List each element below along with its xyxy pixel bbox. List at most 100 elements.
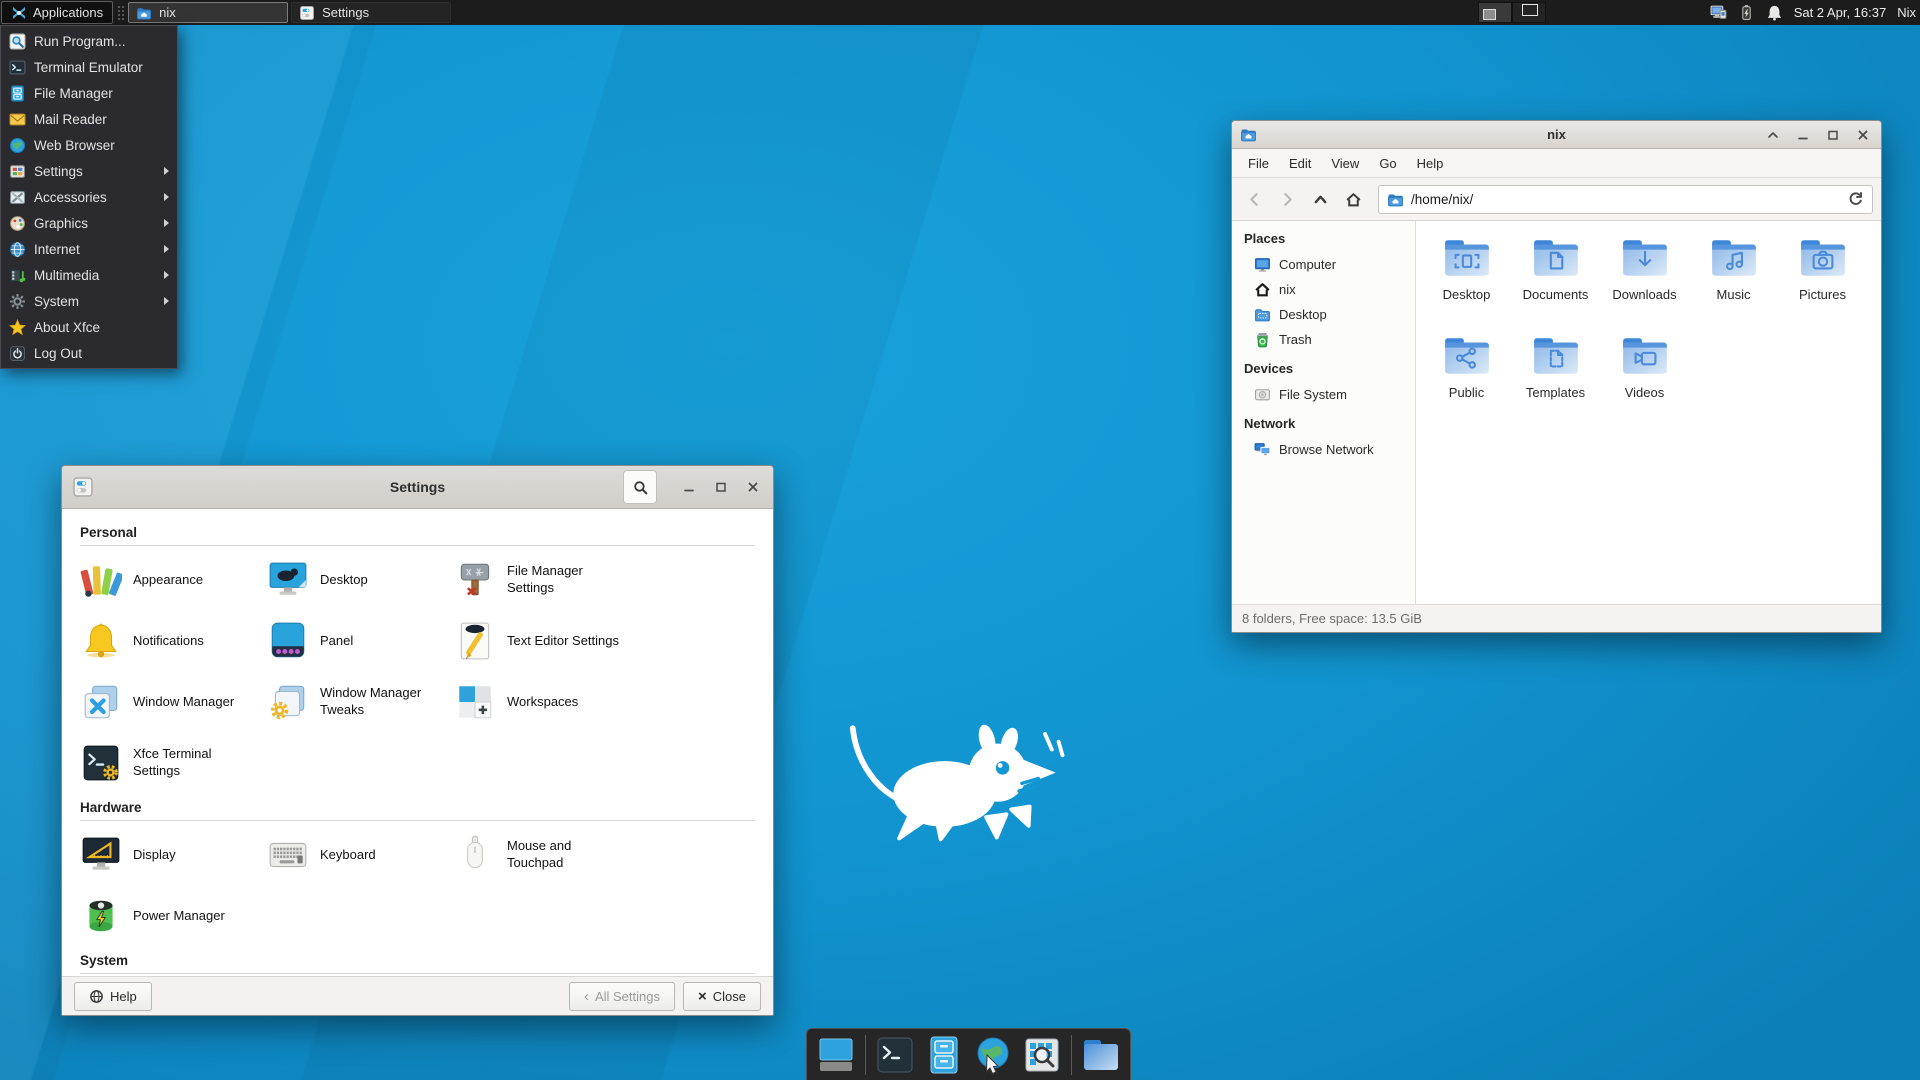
minimize-icon[interactable] xyxy=(681,479,697,495)
menu-item-graphics[interactable]: Graphics xyxy=(1,210,177,236)
settings-tile-text-editor[interactable]: Text Editor Settings xyxy=(454,620,755,662)
file-manager-titlebar[interactable]: nix xyxy=(1232,121,1881,149)
help-button[interactable]: Help xyxy=(74,982,152,1011)
search-button[interactable] xyxy=(623,470,657,504)
workspace-switcher[interactable] xyxy=(1478,2,1546,23)
menu-file[interactable]: File xyxy=(1238,152,1279,175)
folder-downloads[interactable]: Downloads xyxy=(1601,233,1689,331)
path-bar[interactable]: /home/nix/ xyxy=(1378,185,1873,214)
file-manager-window: nix File Edit View Go Help /home/nix/ Pl… xyxy=(1231,120,1882,633)
sidebar-item-desktop[interactable]: Desktop xyxy=(1244,302,1415,327)
folder-icon xyxy=(1442,331,1492,381)
folder-videos[interactable]: Videos xyxy=(1601,331,1689,429)
system-tray: Sat 2 Apr, 16:37 Nix xyxy=(1710,0,1920,25)
bell-icon[interactable] xyxy=(1766,4,1783,21)
workspace-2[interactable] xyxy=(1512,2,1546,23)
menu-view[interactable]: View xyxy=(1321,152,1369,175)
settings-tile-appearance[interactable]: Appearance xyxy=(80,559,267,601)
up-button[interactable] xyxy=(1306,185,1334,213)
tile-label: Appearance xyxy=(133,572,203,589)
settings-titlebar[interactable]: Settings xyxy=(62,466,773,509)
folder-pictures[interactable]: Pictures xyxy=(1779,233,1867,331)
settings-tile-window-manager[interactable]: Window Manager xyxy=(80,681,267,723)
close-icon[interactable] xyxy=(1855,127,1871,143)
back-button[interactable] xyxy=(1240,185,1268,213)
menu-go[interactable]: Go xyxy=(1369,152,1406,175)
menu-item-run-program[interactable]: Run Program... xyxy=(1,28,177,54)
path-text[interactable]: /home/nix/ xyxy=(1411,192,1840,207)
menu-edit[interactable]: Edit xyxy=(1279,152,1321,175)
submenu-arrow-icon xyxy=(164,297,169,305)
panel-handle[interactable] xyxy=(116,4,125,21)
folder-label: Templates xyxy=(1526,385,1585,400)
app-finder-icon[interactable] xyxy=(1022,1035,1062,1075)
settings-tile-workspaces[interactable]: Workspaces xyxy=(454,681,755,723)
menu-item-file-manager[interactable]: File Manager xyxy=(1,80,177,106)
folder-templates[interactable]: Templates xyxy=(1512,331,1600,429)
menu-item-system[interactable]: System xyxy=(1,288,177,314)
menu-item-terminal-emulator[interactable]: Terminal Emulator xyxy=(1,54,177,80)
maximize-icon[interactable] xyxy=(1825,127,1841,143)
menu-item-mail-reader[interactable]: Mail Reader xyxy=(1,106,177,132)
menu-item-about-xfce[interactable]: About Xfce xyxy=(1,314,177,340)
sidebar-item-trash[interactable]: Trash xyxy=(1244,327,1415,352)
menu-item-multimedia[interactable]: Multimedia xyxy=(1,262,177,288)
settings-tile-keyboard[interactable]: Keyboard xyxy=(267,834,454,876)
settings-tile-power-manager[interactable]: Power Manager xyxy=(80,895,267,937)
show-desktop-icon[interactable] xyxy=(816,1035,856,1075)
user-menu[interactable]: Nix xyxy=(1897,5,1916,20)
settings-tile-file-manager-settings[interactable]: File Manager Settings xyxy=(454,559,755,601)
settings-tile-display[interactable]: Display xyxy=(80,834,267,876)
sidebar-item-computer[interactable]: Computer xyxy=(1244,252,1415,277)
folder-label: Downloads xyxy=(1612,287,1676,302)
terminal-icon[interactable] xyxy=(875,1035,915,1075)
settings-tile-window-manager-tweaks[interactable]: Window Manager Tweaks xyxy=(267,681,454,723)
applications-label: Applications xyxy=(33,5,103,20)
maximize-icon[interactable] xyxy=(713,479,729,495)
sidebar-item-nix[interactable]: nix xyxy=(1244,277,1415,302)
shade-icon[interactable] xyxy=(1765,127,1781,143)
help-label: Help xyxy=(110,989,137,1004)
folder-icon[interactable] xyxy=(1081,1035,1121,1075)
forward-button[interactable] xyxy=(1273,185,1301,213)
settings-tile-notifications[interactable]: Notifications xyxy=(80,620,267,662)
menu-item-log-out[interactable]: Log Out xyxy=(1,340,177,366)
folder-music[interactable]: Music xyxy=(1690,233,1778,331)
settings-tile-panel[interactable]: Panel xyxy=(267,620,454,662)
folder-public[interactable]: Public xyxy=(1423,331,1511,429)
menu-item-accessories[interactable]: Accessories xyxy=(1,184,177,210)
settings-tile-mouse[interactable]: Mouse and Touchpad xyxy=(454,834,755,876)
menu-item-internet[interactable]: Internet xyxy=(1,236,177,262)
folder-documents[interactable]: Documents xyxy=(1512,233,1600,331)
home-folder-icon xyxy=(136,5,152,21)
web-browser-icon[interactable] xyxy=(973,1035,1013,1075)
settings-tile-terminal-settings[interactable]: Xfce Terminal Settings xyxy=(80,742,267,784)
display-icon[interactable] xyxy=(1710,4,1727,21)
settings-tile-desktop[interactable]: Desktop xyxy=(267,559,454,601)
menu-item-settings[interactable]: Settings xyxy=(1,158,177,184)
close-button[interactable]: × Close xyxy=(683,982,761,1011)
window-button-settings[interactable]: Settings xyxy=(291,2,451,23)
up-icon xyxy=(1312,191,1329,208)
all-settings-button[interactable]: ‹ All Settings xyxy=(569,982,675,1011)
window-button-nix[interactable]: nix xyxy=(128,2,288,23)
clock[interactable]: Sat 2 Apr, 16:37 xyxy=(1794,5,1887,20)
minimize-icon[interactable] xyxy=(1795,127,1811,143)
mail-icon xyxy=(9,111,26,128)
folder-desktop[interactable]: Desktop xyxy=(1423,233,1511,331)
tile-label: Notifications xyxy=(133,633,204,650)
graphics-icon xyxy=(9,215,26,232)
menu-help[interactable]: Help xyxy=(1407,152,1454,175)
battery-icon[interactable] xyxy=(1738,4,1755,21)
tile-label: Xfce Terminal Settings xyxy=(133,746,255,780)
file-cabinet-icon[interactable] xyxy=(924,1035,964,1075)
close-icon[interactable] xyxy=(745,479,761,495)
sidebar-item-browse-network[interactable]: Browse Network xyxy=(1244,437,1415,462)
reload-icon[interactable] xyxy=(1847,191,1864,208)
sidebar-item-file-system[interactable]: File System xyxy=(1244,382,1415,407)
workspace-1[interactable] xyxy=(1478,2,1512,23)
menu-item-web-browser[interactable]: Web Browser xyxy=(1,132,177,158)
panel-settings-icon xyxy=(267,620,309,662)
home-button[interactable] xyxy=(1339,185,1367,213)
applications-menu-button[interactable]: Applications xyxy=(1,1,113,24)
